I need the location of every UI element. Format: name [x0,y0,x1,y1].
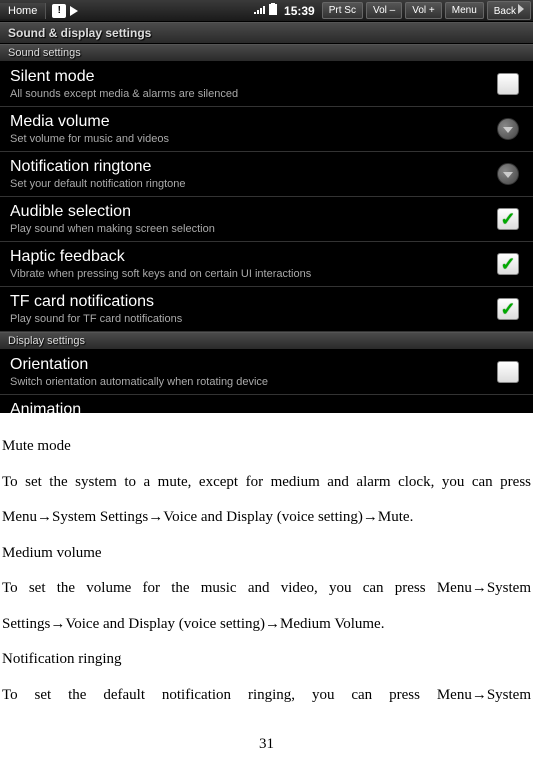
paragraph: To set the system to a mute, except for … [2,467,531,499]
item-media-volume[interactable]: Media volume Set volume for music and vi… [0,107,533,152]
checkbox-checked[interactable] [497,253,519,275]
printscreen-button[interactable]: Prt Sc [322,2,363,19]
item-title: Audible selection [10,203,493,221]
paragraph: To set the default notification ringing,… [2,680,531,712]
item-haptic-feedback[interactable]: Haptic feedback Vibrate when pressing so… [0,242,533,287]
back-icon [518,4,524,14]
home-button[interactable]: Home [0,3,46,19]
checkbox-unchecked[interactable] [497,73,519,95]
dropdown-icon[interactable] [497,118,519,140]
paragraph: Settings→Voice and Display (voice settin… [2,609,531,641]
clock-time: 15:39 [280,4,319,18]
item-desc: Set your default notification ringtone [10,178,493,190]
paragraph: Menu→System Settings→Voice and Display (… [2,502,531,534]
item-desc: Play sound for TF card notifications [10,313,493,325]
item-audible-selection[interactable]: Audible selection Play sound when making… [0,197,533,242]
item-title: Silent mode [10,68,493,86]
item-silent-mode[interactable]: Silent mode All sounds except media & al… [0,62,533,107]
heading-medium: Medium volume [2,538,531,570]
battery-icon [269,3,277,18]
section-display: Display settings [0,332,533,350]
item-title: Notification ringtone [10,158,493,176]
checkbox-checked[interactable] [497,298,519,320]
item-desc: Play sound when making screen selection [10,223,493,235]
item-title: Haptic feedback [10,248,493,266]
item-title: Media volume [10,113,493,131]
item-title: Animation [10,401,523,413]
back-button[interactable]: Back [487,1,531,20]
paragraph: To set the volume for the music and vide… [2,573,531,605]
document-body: Mute mode To set the system to a mute, e… [0,413,533,761]
item-notification-ringtone[interactable]: Notification ringtone Set your default n… [0,152,533,197]
item-tfcard-notifications[interactable]: TF card notifications Play sound for TF … [0,287,533,332]
item-desc: Set volume for music and videos [10,133,493,145]
section-sound: Sound settings [0,44,533,62]
item-title: TF card notifications [10,293,493,311]
menu-button[interactable]: Menu [445,2,484,19]
signal-icon [254,4,266,17]
volume-down-button[interactable]: Vol – [366,2,402,19]
page-number: 31 [2,729,531,761]
status-bar: Home ! 15:39 Prt Sc Vol – Vol + Menu Bac… [0,0,533,22]
item-desc: Switch orientation automatically when ro… [10,376,493,388]
item-title: Orientation [10,356,493,374]
dropdown-icon[interactable] [497,163,519,185]
item-desc: Vibrate when pressing soft keys and on c… [10,268,493,280]
checkbox-unchecked[interactable] [497,361,519,383]
item-animation[interactable]: Animation [0,395,533,413]
play-icon [70,6,78,16]
volume-up-button[interactable]: Vol + [405,2,442,19]
heading-mute: Mute mode [2,431,531,463]
checkbox-checked[interactable] [497,208,519,230]
item-orientation[interactable]: Orientation Switch orientation automatic… [0,350,533,395]
screen-title: Sound & display settings [0,22,533,44]
item-desc: All sounds except media & alarms are sil… [10,88,493,100]
notification-icon: ! [52,4,66,18]
heading-notification: Notification ringing [2,644,531,676]
